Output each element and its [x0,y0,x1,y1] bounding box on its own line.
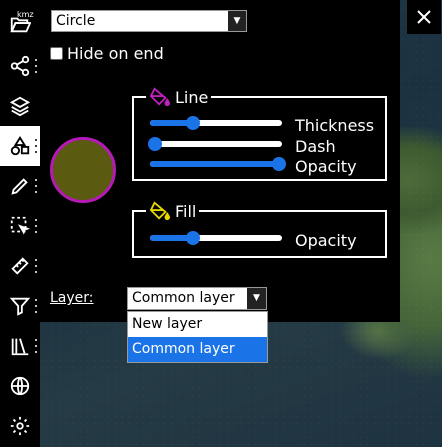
shape-type-select[interactable]: Circle ▼ [51,10,247,32]
select-button[interactable] [0,206,40,246]
menu-dots-icon[interactable] [35,59,38,73]
chevron-down-icon: ▼ [228,11,246,31]
layers-button[interactable] [0,86,40,126]
menu-dots-icon[interactable] [35,139,38,153]
share-icon [10,55,30,77]
menu-dots-icon[interactable] [35,299,38,313]
layer-select-value: Common layer [132,290,235,306]
menu-dots-icon[interactable] [35,219,38,233]
settings-button[interactable] [0,406,40,446]
fill-opacity-slider[interactable] [150,231,282,245]
layer-option-common[interactable]: Common layer [128,337,267,362]
pencil-icon [11,178,28,195]
menu-dots-icon[interactable] [35,179,38,193]
line-opacity-slider[interactable] [150,157,286,171]
measure-button[interactable] [0,246,40,286]
globe-icon [10,376,30,396]
shape-style-panel: Circle ▼ Hide on end Line Thickness Dash… [40,0,400,322]
thickness-label: Thickness [295,116,375,135]
paint-bucket-icon [149,87,171,107]
close-button[interactable] [407,0,441,34]
line-opacity-label: Opacity [295,157,357,176]
library-icon [11,338,29,356]
fill-title: Fill [175,201,197,221]
paint-bucket-icon [149,201,171,221]
share-button[interactable] [0,46,40,86]
menu-dots-icon[interactable] [35,259,38,273]
shape-type-value: Circle [56,13,96,29]
draw-button[interactable] [0,166,40,206]
globe-button[interactable] [0,366,40,406]
layer-dropdown-list: New layer Common layer [127,311,268,363]
shape-preview [50,137,116,203]
chevron-down-icon: ▼ [247,288,266,309]
select-icon [10,216,31,235]
menu-dots-icon[interactable] [35,339,38,353]
line-dash-slider[interactable] [148,137,282,151]
dash-label: Dash [295,137,336,156]
layer-option-new[interactable]: New layer [128,312,267,337]
fill-legend: Fill [146,201,200,221]
shapes-button[interactable] [0,126,40,166]
fill-opacity-label: Opacity [295,231,357,250]
line-thickness-slider[interactable] [150,116,282,130]
hide-on-end-row[interactable]: Hide on end [50,44,164,63]
library-button[interactable] [0,326,40,366]
ruler-icon [11,257,29,275]
layer-select[interactable]: Common layer ▼ [127,287,267,310]
gear-icon [10,416,30,436]
line-title: Line [175,87,209,107]
line-legend: Line [146,87,212,107]
layers-icon [9,96,31,117]
sidebar: kmz [0,0,40,447]
shapes-icon [10,136,30,156]
close-icon [417,10,431,24]
hide-on-end-checkbox[interactable] [50,47,63,60]
open-kmz-button[interactable]: kmz [0,4,40,44]
hide-on-end-label: Hide on end [67,44,164,63]
kmz-label: kmz [17,10,34,19]
filter-icon [9,297,31,316]
layer-label: Layer: [50,290,94,306]
filter-button[interactable] [0,286,40,326]
